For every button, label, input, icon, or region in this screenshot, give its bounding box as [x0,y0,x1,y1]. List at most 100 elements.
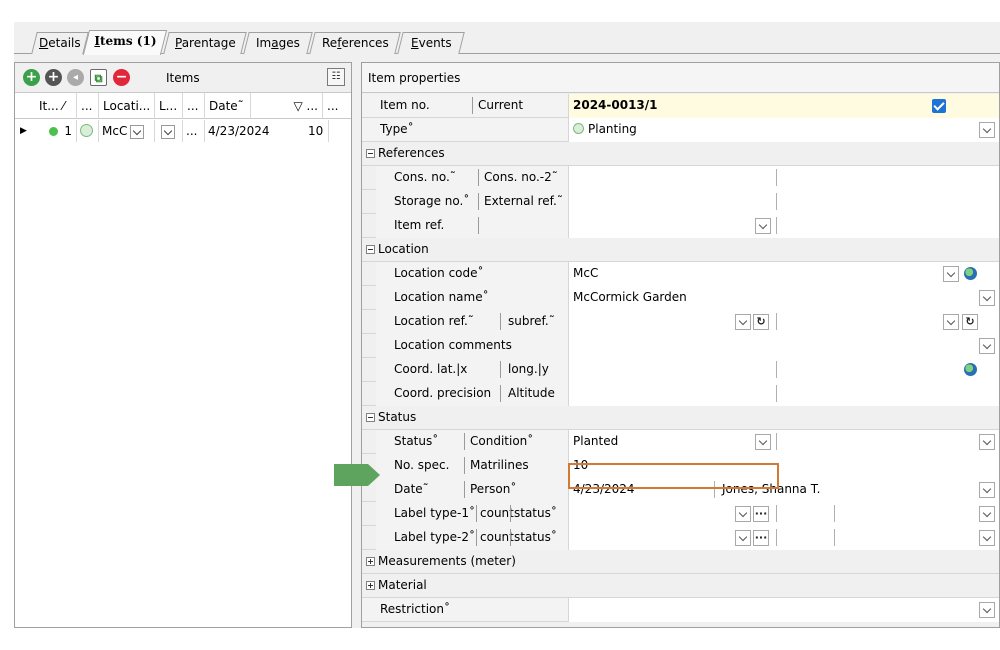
item-ref-label: Item ref. [394,218,445,232]
tab-parentage[interactable]: Parentage [163,32,247,54]
more-icon[interactable]: ··· [753,530,769,546]
col-dots-2[interactable]: ... [183,93,205,119]
location-dropdown-icon[interactable] [130,124,145,139]
restriction-field[interactable] [568,598,999,622]
references-section[interactable]: References [362,142,999,166]
location-name-dropdown-icon[interactable] [979,290,995,306]
altitude-label: Altitude [508,386,555,400]
location-section[interactable]: Location [362,238,999,262]
col-l[interactable]: L... [155,93,183,119]
col-filter[interactable]: ▽ ... [275,93,323,119]
cons-no-row: Cons. no.˜ Cons. no.-2˜ [362,166,999,190]
col-dots-1[interactable]: ... [77,93,99,119]
row-ellipsis[interactable]: ... [183,120,205,142]
add-item-icon[interactable]: + [23,69,40,86]
table-row[interactable]: ▶ 1 McC ... 4/23/2024 10 [15,120,351,142]
coord-precision-field[interactable] [568,382,999,406]
row-location: McC [102,124,128,138]
items-toolbar: + + ◂ ⧉ − Items ☷ [15,63,351,93]
location-code-field[interactable]: McC [568,262,999,286]
refresh-icon[interactable]: ↻ [753,314,769,330]
item-ref-dropdown-icon[interactable] [755,218,771,234]
row-date: 4/23/2024 [208,124,270,138]
person-dropdown-icon[interactable] [979,482,995,498]
location-comments-field[interactable] [568,334,999,358]
item-no-label: Item no. [380,98,430,112]
item-ref-field[interactable] [568,214,999,238]
label-type-1-label: Label type-1˚ [394,506,475,520]
type-field[interactable]: Planting [568,118,999,142]
subref-dropdown-icon[interactable] [943,314,959,330]
expand-icon[interactable] [366,581,375,590]
more-icon[interactable]: ··· [753,506,769,522]
status-dropdown-icon[interactable] [755,434,771,450]
location-comments-dropdown-icon[interactable] [979,338,995,354]
tab-details[interactable]: Details [31,32,89,54]
status-row: Status˚ Condition˚ Planted [362,430,999,454]
storage-no-field[interactable] [568,190,999,214]
copy-item-icon[interactable]: ⧉ [90,69,107,86]
label-type-2-field[interactable] [568,526,999,550]
storage-no-row: Storage no.˚ External ref.˜ [362,190,999,214]
label-status-2-dropdown-icon[interactable] [979,530,995,546]
collapse-icon[interactable] [366,245,375,254]
expand-icon[interactable] [366,557,375,566]
tab-references[interactable]: References [309,32,401,54]
row-number: 1 [64,124,72,138]
location-ref-field[interactable] [568,310,999,334]
refresh-icon[interactable]: ↻ [962,314,978,330]
items-toolbar-label: Items [166,71,200,85]
material-section[interactable]: Material [362,574,999,598]
collapse-icon[interactable] [366,413,375,422]
current-checkbox[interactable] [932,99,946,113]
status-dot-icon [49,127,59,136]
status-section[interactable]: Status [362,406,999,430]
location-name-field[interactable]: McCormick Garden [568,286,999,310]
type-dropdown-icon[interactable] [979,122,995,138]
no-spec-input[interactable]: 10 [568,454,999,478]
tab-events[interactable]: Events [397,32,465,54]
cons-no-field[interactable] [568,166,999,190]
delete-item-icon[interactable]: − [113,69,130,86]
count-label: count [480,530,514,544]
label-type-1-dropdown-icon[interactable] [735,506,751,522]
tab-images[interactable]: Images [243,32,313,54]
col-location[interactable]: Locati... [99,93,155,119]
condition-dropdown-icon[interactable] [979,434,995,450]
items-panel: + + ◂ ⧉ − Items ☷ It... ⁄ ... Locati... … [14,62,352,628]
coord-long-label: long.|y [508,362,549,376]
tab-items[interactable]: Items (1) [82,30,168,55]
back-icon[interactable]: ◂ [67,69,84,86]
globe-icon[interactable] [964,363,977,376]
item-properties-panel: Item properties Item no. Current 2024-00… [361,62,1000,628]
label-type-2-dropdown-icon[interactable] [735,530,751,546]
globe-icon[interactable] [964,267,977,280]
col-dots-3[interactable]: ... [323,93,351,119]
status-sub-label: status˚ [514,530,557,544]
items-grid-header: It... ⁄ ... Locati... L... ... Date˜ ▽ .… [15,93,351,119]
coord-lat-field[interactable] [568,358,999,382]
add-subitem-icon[interactable]: + [45,69,62,86]
date-label: Date˜ [394,482,429,496]
measurements-section[interactable]: Measurements (meter) [362,550,999,574]
item-no-current: Current [478,98,524,112]
restriction-dropdown-icon[interactable] [979,602,995,618]
label-status-1-dropdown-icon[interactable] [979,506,995,522]
location-comments-row: Location comments [362,334,999,358]
label-type-2-label: Label type-2˚ [394,530,475,544]
collapse-icon[interactable] [366,149,375,158]
coord-precision-label: Coord. precision [394,386,492,400]
status-field[interactable]: Planted [568,430,999,454]
col-item[interactable]: It... ⁄ [35,93,77,119]
tree-view-icon[interactable]: ☷ [327,68,345,86]
location-code-dropdown-icon[interactable] [943,266,959,282]
location-ref-dropdown-icon[interactable] [735,314,751,330]
coord-row: Coord. lat.|x long.|y [362,358,999,382]
location-name-label: Location name˚ [394,290,489,304]
col-date[interactable]: Date˜ [205,93,251,119]
storage-no-label: Storage no.˚ [394,194,470,208]
location-code-row: Location code˚ McC [362,262,999,286]
l-dropdown-icon[interactable] [161,124,175,139]
label-type-1-field[interactable] [568,502,999,526]
person-value[interactable]: Jones, Shanna T. [718,478,820,502]
